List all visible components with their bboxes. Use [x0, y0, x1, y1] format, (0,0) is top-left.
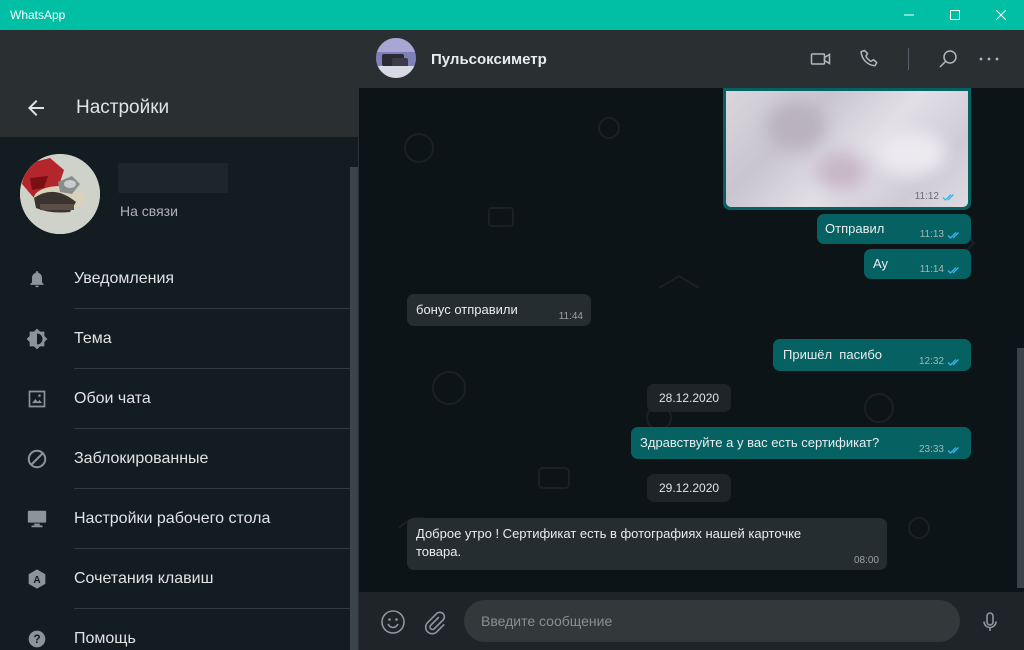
desktop-icon	[27, 510, 47, 528]
video-call-icon	[810, 53, 831, 65]
profile-section[interactable]: На связи	[0, 137, 358, 247]
keyboard-shortcuts-icon: A	[28, 569, 46, 589]
read-ticks-icon	[947, 266, 959, 274]
message-outgoing[interactable]: Отправил 11:13	[817, 214, 971, 244]
photo-thumbnail-blurred[interactable]: 11:12	[726, 91, 968, 207]
minimize-button[interactable]	[886, 0, 932, 30]
bell-icon	[30, 271, 44, 288]
settings-scrollbar[interactable]	[350, 167, 358, 650]
message-time: 11:14	[920, 264, 963, 275]
search-button[interactable]	[936, 47, 960, 71]
menu-item-theme[interactable]: Тема	[0, 309, 350, 369]
maximize-button[interactable]	[932, 0, 978, 30]
date-separator: 29.12.2020	[647, 474, 732, 502]
message-outgoing[interactable]: Пришёл пасибо 12:32	[773, 339, 971, 371]
message-incoming[interactable]: Доброе утро ! Сертификат есть в фотограф…	[407, 518, 887, 570]
emoji-button[interactable]	[380, 609, 406, 635]
settings-header: Настройки	[0, 30, 358, 137]
photo-message[interactable]: 11:12	[723, 88, 971, 210]
chat-avatar-photo	[376, 38, 416, 78]
read-ticks-icon	[947, 358, 959, 366]
read-ticks-icon	[947, 446, 959, 454]
message-time: 11:44	[558, 311, 583, 322]
more-options-icon	[979, 57, 999, 61]
chat-panel: Пульсоксиметр 11:12 Отправил 11:13 Ау 11…	[358, 30, 1024, 650]
menu-item-label: Помощь	[74, 630, 136, 647]
voice-call-icon	[860, 49, 878, 67]
microphone-icon	[983, 612, 997, 631]
more-options-button[interactable]	[977, 47, 1001, 71]
message-time: 23:33	[919, 444, 963, 455]
message-list[interactable]: 11:12 Отправил 11:13 Ау 11:14 бонус отпр…	[359, 88, 1024, 592]
profile-status: На связи	[120, 203, 178, 219]
app-title: WhatsApp	[10, 8, 66, 22]
wallpaper-icon	[28, 390, 46, 408]
back-arrow-icon	[28, 100, 44, 116]
composer	[359, 592, 1024, 650]
video-call-button[interactable]	[809, 47, 833, 71]
chat-header[interactable]: Пульсоксиметр	[359, 30, 1024, 88]
profile-photo	[20, 154, 100, 234]
menu-item-wallpaper[interactable]: Обои чата	[0, 369, 350, 429]
menu-item-label: Сочетания клавиш	[74, 570, 214, 587]
settings-title: Настройки	[76, 97, 170, 118]
message-time: 11:13	[920, 229, 963, 240]
chat-avatar[interactable]	[376, 38, 416, 78]
message-incoming[interactable]: бонус отправили 11:44	[407, 294, 591, 326]
menu-item-help[interactable]: ? Помощь	[0, 609, 350, 650]
title-bar: WhatsApp	[0, 0, 1024, 30]
menu-item-label: Тема	[74, 330, 112, 347]
message-input[interactable]	[481, 613, 960, 629]
menu-item-keyboard-shortcuts[interactable]: A Сочетания клавиш	[0, 549, 350, 609]
back-button[interactable]	[24, 96, 48, 120]
message-time: 11:12	[915, 191, 958, 202]
emoji-icon	[381, 610, 405, 634]
voice-call-button[interactable]	[858, 47, 882, 71]
menu-item-label: Уведомления	[74, 270, 175, 287]
menu-item-label: Настройки рабочего стола	[74, 510, 271, 527]
theme-icon	[26, 328, 48, 350]
settings-menu: Уведомления Тема Обои чата Заблокированн…	[0, 249, 350, 650]
profile-avatar[interactable]	[20, 154, 100, 234]
menu-item-label: Заблокированные	[74, 450, 209, 467]
svg-text:?: ?	[33, 633, 40, 646]
close-icon	[996, 10, 1006, 20]
read-ticks-icon	[947, 231, 959, 239]
message-input-wrapper[interactable]	[464, 600, 960, 642]
settings-panel: Настройки На связи Уведомления Тема Обои…	[0, 30, 358, 650]
message-time: 08:00	[853, 555, 879, 566]
message-outgoing[interactable]: Ау 11:14	[864, 249, 971, 279]
header-divider	[908, 48, 909, 70]
profile-name-redacted	[118, 163, 228, 193]
svg-text:A: A	[33, 575, 41, 586]
message-outgoing[interactable]: Здравствуйте а у вас есть сертификат? 23…	[631, 427, 971, 459]
close-button[interactable]	[978, 0, 1024, 30]
menu-item-desktop-settings[interactable]: Настройки рабочего стола	[0, 489, 350, 549]
attach-icon	[424, 611, 446, 635]
message-scrollbar[interactable]	[1017, 348, 1024, 588]
attach-button[interactable]	[421, 609, 447, 635]
menu-item-blocked[interactable]: Заблокированные	[0, 429, 350, 489]
message-time: 12:32	[919, 356, 963, 367]
blocked-icon	[27, 449, 47, 469]
menu-item-notifications[interactable]: Уведомления	[0, 249, 350, 309]
help-icon: ?	[28, 630, 46, 648]
date-separator: 28.12.2020	[647, 384, 732, 412]
minimize-icon	[904, 14, 914, 16]
maximize-icon	[950, 10, 960, 20]
message-text: Доброе утро ! Сертификат есть в фотограф…	[416, 526, 802, 559]
read-ticks-icon	[942, 193, 954, 201]
microphone-button[interactable]	[977, 609, 1003, 635]
search-icon	[939, 50, 957, 68]
chat-name: Пульсоксиметр	[431, 51, 547, 68]
menu-item-label: Обои чата	[74, 390, 151, 407]
